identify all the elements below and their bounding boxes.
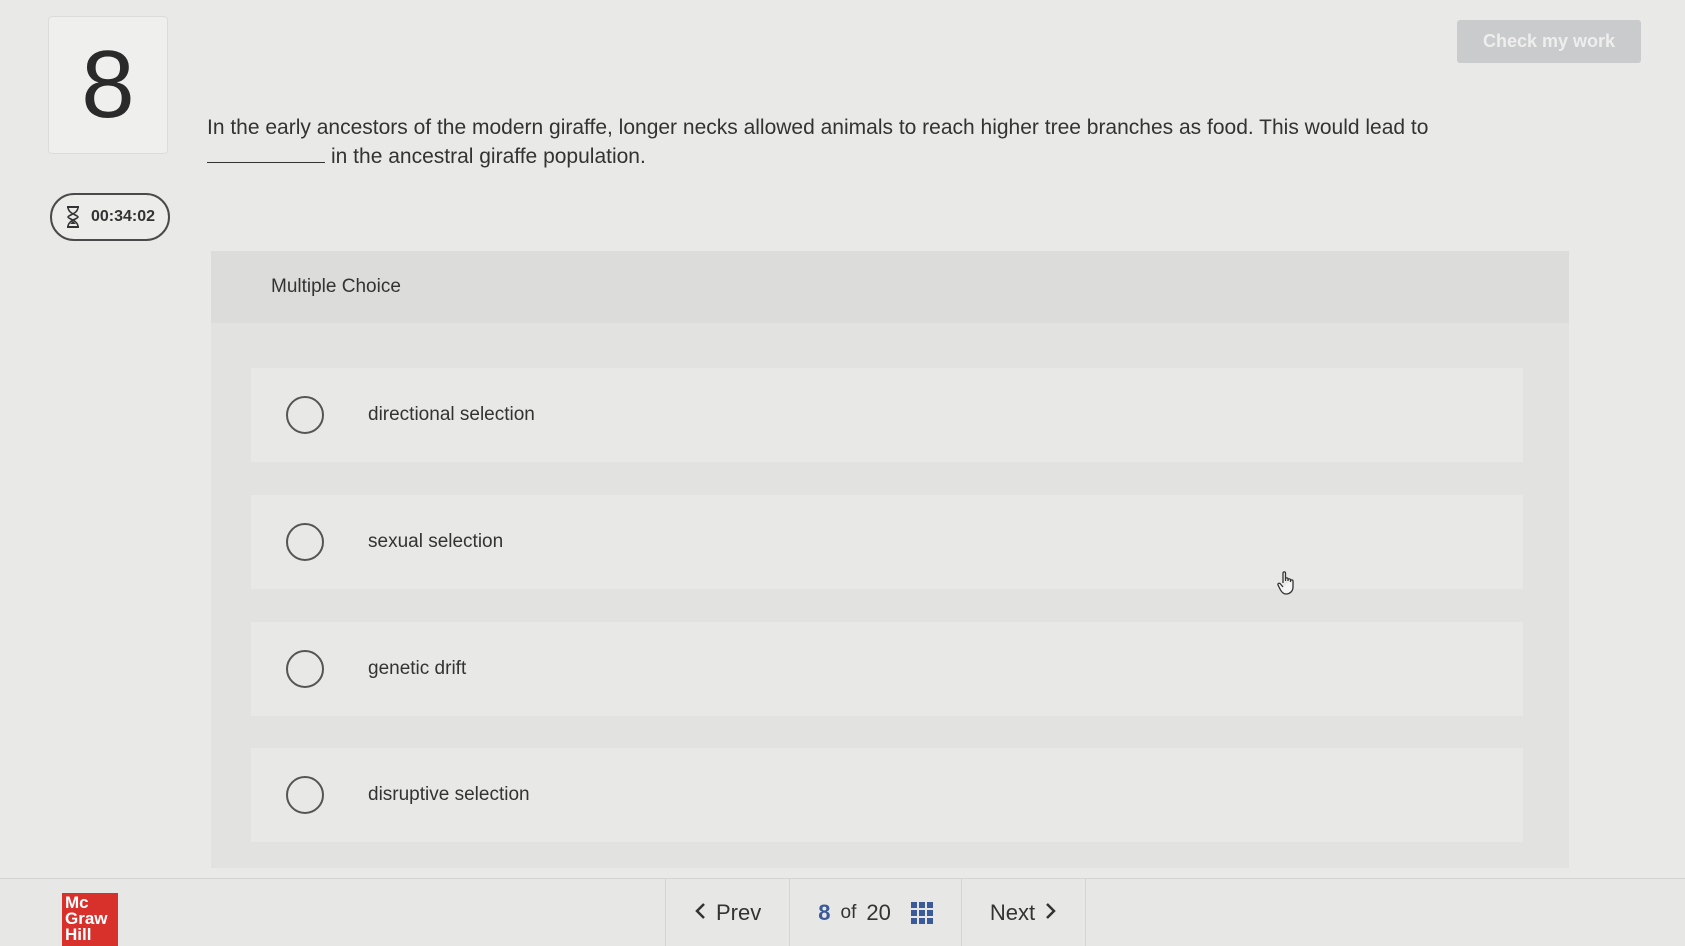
choice-option[interactable]: directional selection: [251, 368, 1523, 462]
radio-button[interactable]: [286, 650, 324, 688]
question-text-before: In the early ancestors of the modern gir…: [207, 116, 1429, 139]
choice-label: genetic drift: [368, 658, 467, 679]
chevron-right-icon: [1045, 900, 1057, 926]
answer-blank: [207, 144, 325, 163]
question-text: In the early ancestors of the modern gir…: [207, 113, 1547, 171]
total-pages: 20: [866, 899, 891, 925]
multiple-choice-header: Multiple Choice: [211, 251, 1569, 323]
current-page: 8: [818, 899, 831, 925]
prev-button[interactable]: Prev: [665, 879, 789, 946]
prev-label: Prev: [716, 899, 762, 925]
footer-bar: Mc Graw Hill Prev 8 of 20 Next: [0, 878, 1685, 946]
choice-label: disruptive selection: [368, 784, 530, 805]
page-of-label: of: [840, 901, 857, 923]
choice-label: sexual selection: [368, 531, 504, 552]
timer-value: 00:34:02: [90, 208, 156, 225]
next-button[interactable]: Next: [960, 879, 1087, 946]
radio-button[interactable]: [286, 776, 324, 814]
choice-option[interactable]: sexual selection: [251, 495, 1523, 589]
radio-button[interactable]: [286, 523, 324, 561]
mcgraw-hill-logo: Mc Graw Hill: [62, 893, 118, 946]
question-navigation: Prev 8 of 20 Next: [665, 879, 1087, 946]
check-my-work-button[interactable]: Check my work: [1457, 20, 1641, 63]
page-indicator: 8 of 20: [789, 879, 961, 946]
multiple-choice-panel: Multiple Choice directional selection se…: [211, 251, 1569, 868]
question-grid-icon[interactable]: [910, 901, 933, 924]
hand-cursor-icon: [1276, 570, 1298, 601]
choice-option[interactable]: disruptive selection: [251, 748, 1523, 842]
next-label: Next: [989, 899, 1036, 925]
choice-option[interactable]: genetic drift: [251, 622, 1523, 716]
choice-label: directional selection: [368, 404, 535, 425]
chevron-left-icon: [694, 900, 706, 926]
hourglass-icon: [65, 205, 81, 229]
timer[interactable]: 00:34:02: [50, 193, 170, 241]
question-text-after: in the ancestral giraffe population.: [331, 145, 646, 168]
radio-button[interactable]: [286, 396, 324, 434]
question-number: 8: [48, 16, 168, 154]
